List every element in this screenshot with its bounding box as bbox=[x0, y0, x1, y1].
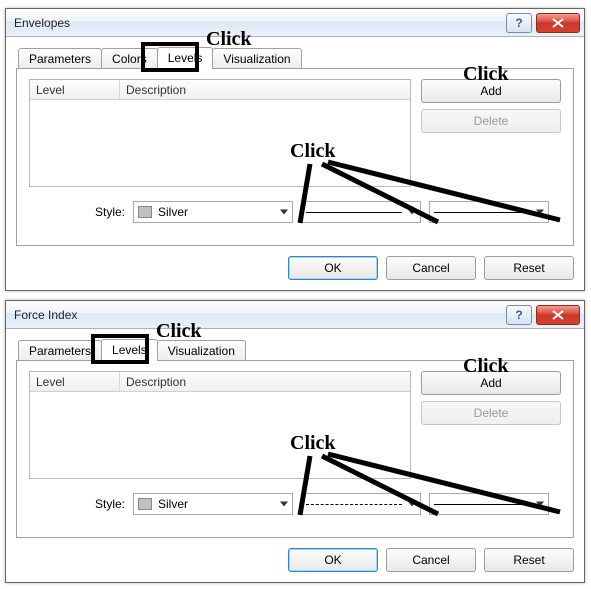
help-button[interactable]: ? bbox=[506, 305, 532, 325]
add-button[interactable]: Add bbox=[421, 79, 561, 103]
line-width-combo[interactable] bbox=[429, 493, 549, 515]
tab-panel-levels: Level Description Add Delete Style: Silv… bbox=[16, 68, 574, 246]
help-icon: ? bbox=[515, 308, 522, 322]
column-level[interactable]: Level bbox=[30, 372, 120, 391]
cancel-button[interactable]: Cancel bbox=[386, 256, 476, 280]
line-width-sample bbox=[434, 504, 530, 505]
window-title: Envelopes bbox=[14, 16, 506, 30]
levels-listbox[interactable]: Level Description bbox=[29, 371, 411, 479]
tab-visualization[interactable]: Visualization bbox=[212, 48, 301, 69]
force-index-dialog: Force Index ? Parameters Levels Visualiz… bbox=[5, 300, 585, 583]
color-swatch bbox=[138, 498, 152, 510]
tab-levels[interactable]: Levels bbox=[157, 47, 214, 69]
reset-button[interactable]: Reset bbox=[484, 548, 574, 572]
chevron-down-icon bbox=[536, 210, 544, 215]
list-header: Level Description bbox=[30, 80, 410, 100]
levels-listbox[interactable]: Level Description bbox=[29, 79, 411, 187]
tab-strip: Parameters Levels Visualization bbox=[16, 337, 574, 361]
list-body[interactable] bbox=[30, 100, 410, 186]
reset-button-label: Reset bbox=[513, 261, 544, 275]
chevron-down-icon bbox=[408, 210, 416, 215]
cancel-button-label: Cancel bbox=[412, 261, 449, 275]
add-button-label: Add bbox=[480, 84, 501, 98]
help-button[interactable]: ? bbox=[506, 13, 532, 33]
close-icon bbox=[552, 310, 564, 320]
tab-levels[interactable]: Levels bbox=[101, 339, 158, 361]
tab-visualization[interactable]: Visualization bbox=[157, 340, 246, 361]
cancel-button-label: Cancel bbox=[412, 553, 449, 567]
chevron-down-icon bbox=[536, 502, 544, 507]
ok-button-label: OK bbox=[324, 553, 341, 567]
delete-button: Delete bbox=[421, 401, 561, 425]
column-description[interactable]: Description bbox=[120, 80, 410, 99]
delete-button-label: Delete bbox=[474, 114, 509, 128]
delete-button: Delete bbox=[421, 109, 561, 133]
cancel-button[interactable]: Cancel bbox=[386, 548, 476, 572]
tab-colors[interactable]: Colors bbox=[101, 48, 158, 69]
titlebar[interactable]: Envelopes ? bbox=[6, 9, 584, 37]
column-description[interactable]: Description bbox=[120, 372, 410, 391]
ok-button-label: OK bbox=[324, 261, 341, 275]
chevron-down-icon bbox=[280, 502, 288, 507]
envelopes-dialog: Envelopes ? Parameters Colors Levels Vis… bbox=[5, 8, 585, 291]
column-level[interactable]: Level bbox=[30, 80, 120, 99]
style-label: Style: bbox=[95, 205, 125, 219]
delete-button-label: Delete bbox=[474, 406, 509, 420]
color-name: Silver bbox=[158, 205, 188, 219]
help-icon: ? bbox=[515, 16, 522, 30]
chevron-down-icon bbox=[280, 210, 288, 215]
color-combo[interactable]: Silver bbox=[133, 201, 293, 223]
dialog-button-row: OK Cancel Reset bbox=[16, 246, 574, 280]
add-button-label: Add bbox=[480, 376, 501, 390]
line-style-combo[interactable] bbox=[301, 201, 421, 223]
line-width-combo[interactable] bbox=[429, 201, 549, 223]
color-combo[interactable]: Silver bbox=[133, 493, 293, 515]
tab-parameters[interactable]: Parameters bbox=[18, 340, 102, 361]
line-style-sample bbox=[306, 212, 402, 213]
close-icon bbox=[552, 18, 564, 28]
window-title: Force Index bbox=[14, 308, 506, 322]
line-width-sample bbox=[434, 212, 530, 213]
color-swatch bbox=[138, 206, 152, 218]
list-header: Level Description bbox=[30, 372, 410, 392]
color-name: Silver bbox=[158, 497, 188, 511]
list-body[interactable] bbox=[30, 392, 410, 478]
ok-button[interactable]: OK bbox=[288, 256, 378, 280]
line-style-sample bbox=[306, 504, 402, 505]
reset-button[interactable]: Reset bbox=[484, 256, 574, 280]
line-style-combo[interactable] bbox=[301, 493, 421, 515]
close-button[interactable] bbox=[536, 305, 580, 325]
tab-strip: Parameters Colors Levels Visualization bbox=[16, 45, 574, 69]
dialog-button-row: OK Cancel Reset bbox=[16, 538, 574, 572]
style-label: Style: bbox=[95, 497, 125, 511]
ok-button[interactable]: OK bbox=[288, 548, 378, 572]
tab-parameters[interactable]: Parameters bbox=[18, 48, 102, 69]
chevron-down-icon bbox=[408, 502, 416, 507]
reset-button-label: Reset bbox=[513, 553, 544, 567]
titlebar[interactable]: Force Index ? bbox=[6, 301, 584, 329]
close-button[interactable] bbox=[536, 13, 580, 33]
tab-panel-levels: Level Description Add Delete Style: Silv… bbox=[16, 360, 574, 538]
add-button[interactable]: Add bbox=[421, 371, 561, 395]
